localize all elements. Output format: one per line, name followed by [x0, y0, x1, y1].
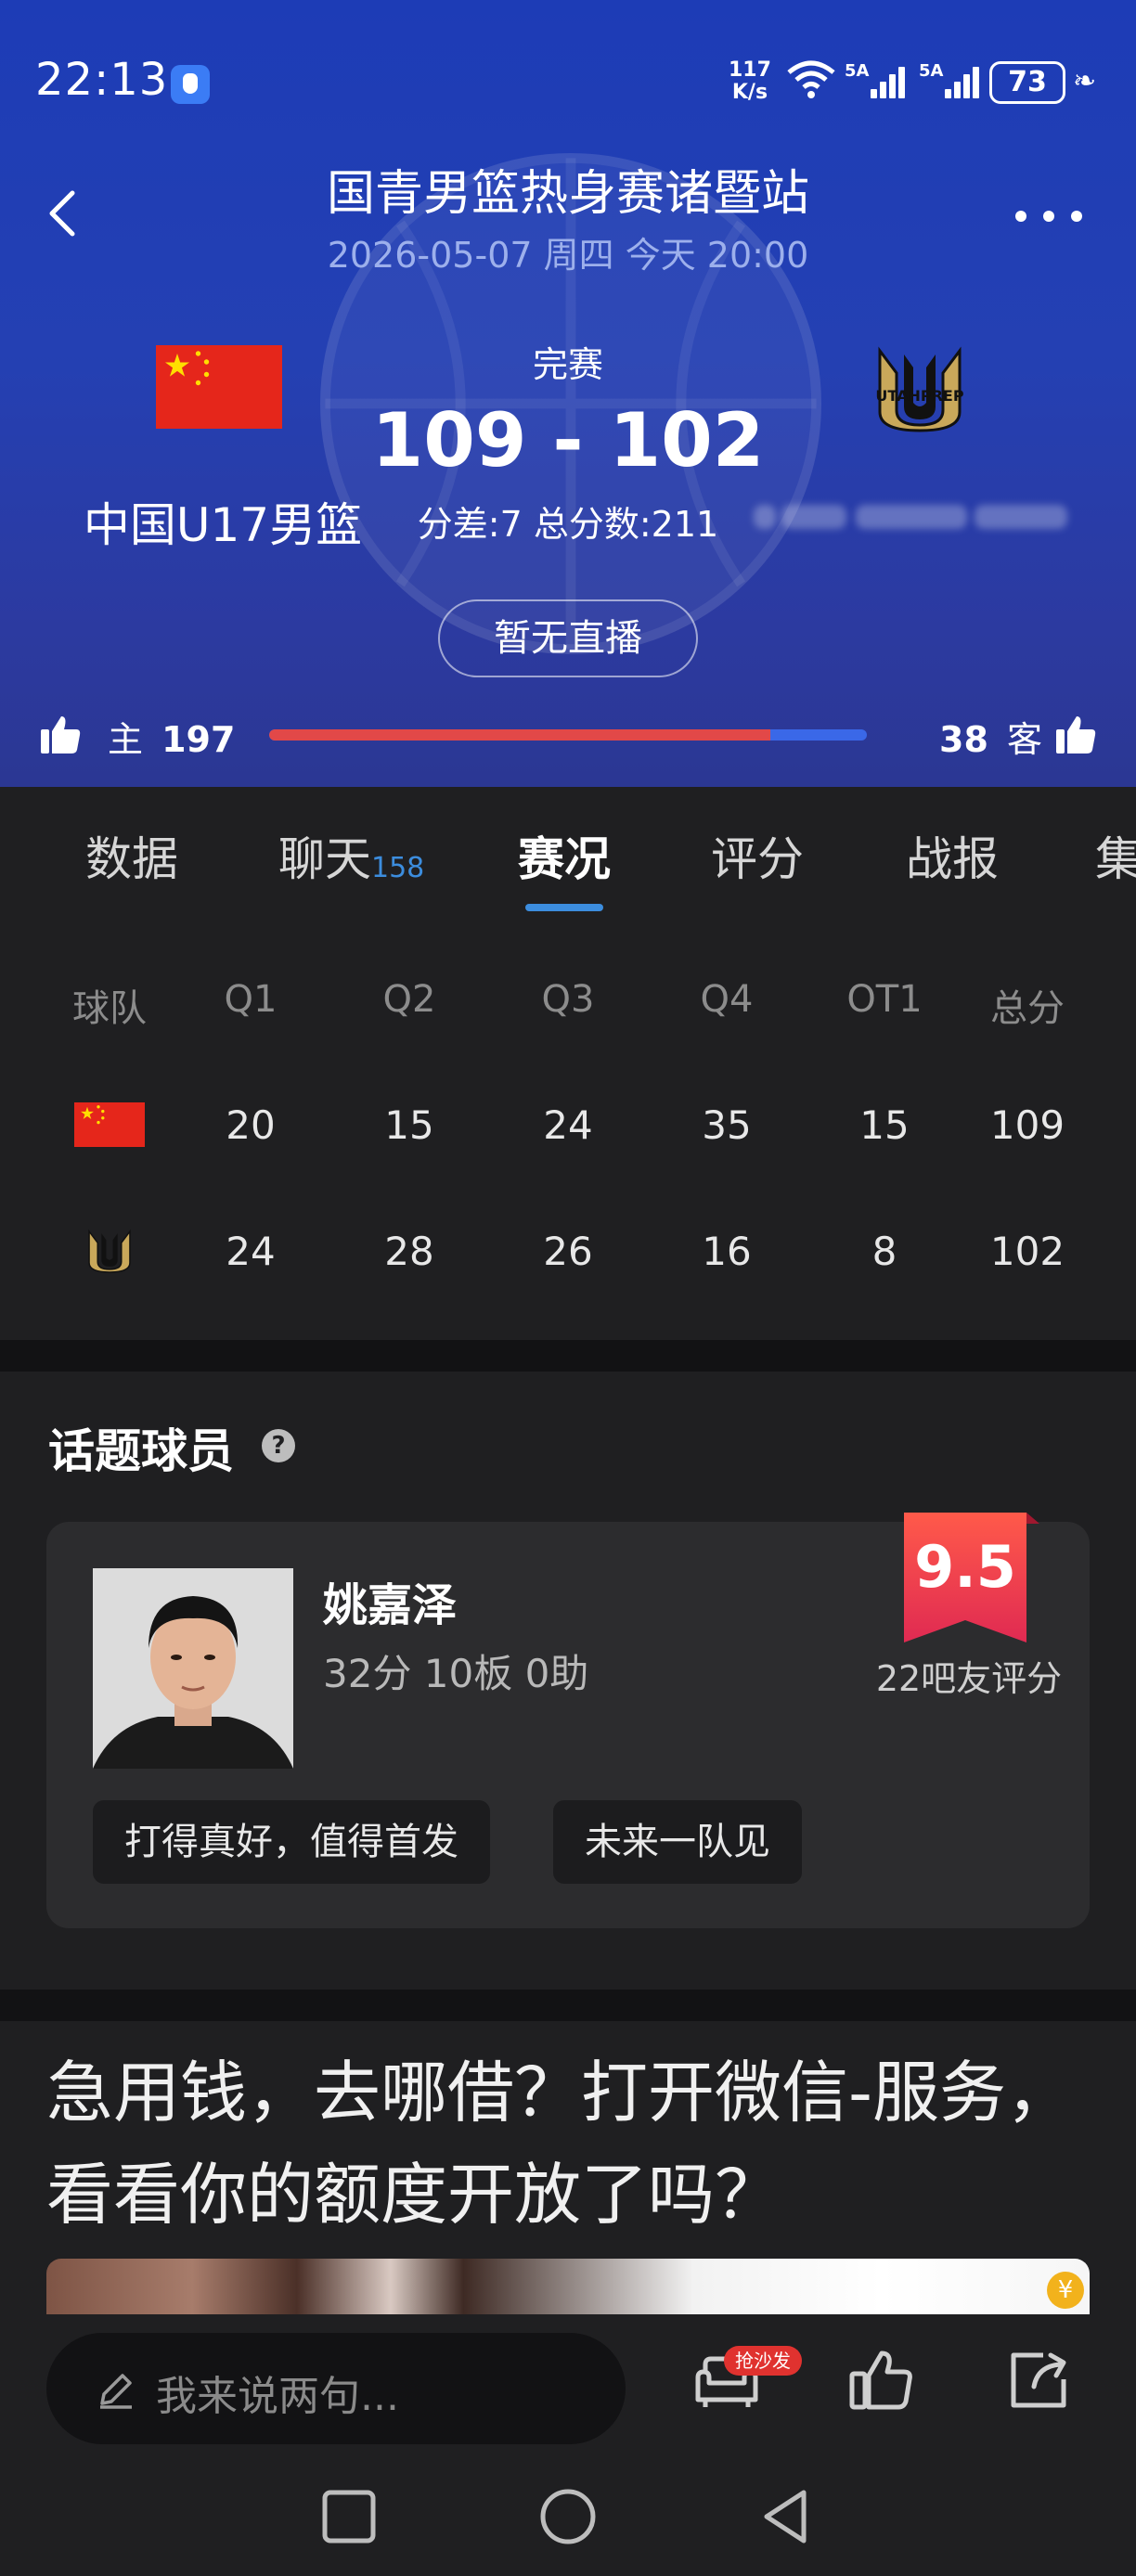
hot-players-title: 话题球员 — [48, 1424, 234, 1478]
match-header: 22:13 117 K/s 5A 5A 73 ❧ 国青男篮热身赛诸暨站 2026… — [0, 0, 1136, 787]
shield-icon — [171, 65, 210, 104]
player-card[interactable]: 姚嘉泽 32分 10板 0助 9.5 22吧友评分 打得真好，值得首发 未来一队… — [46, 1513, 1090, 1928]
tab-more[interactable]: 集 — [1095, 822, 1136, 889]
thumbs-up-icon — [849, 2351, 912, 2410]
away-q1-score: 24 — [226, 1229, 276, 1274]
chat-count-badge: 158 — [371, 852, 425, 884]
away-total-score: 102 — [989, 1229, 1065, 1274]
triangle-back-icon — [764, 2490, 807, 2544]
share-icon — [1011, 2352, 1066, 2408]
help-icon[interactable]: ? — [262, 1429, 295, 1462]
utah-prep-mini-logo — [74, 1229, 145, 1273]
share-button[interactable] — [1006, 2346, 1075, 2415]
comment-chip[interactable]: 未来一队见 — [553, 1800, 802, 1884]
recent-apps-button[interactable] — [319, 2487, 379, 2546]
quarter-score-table: 球队 Q1 Q2 Q3 Q4 OT1 总分 20 15 24 35 15 109… — [0, 926, 1136, 1340]
battery-icon: 73 — [989, 61, 1065, 104]
home-q3-score: 24 — [543, 1102, 593, 1148]
live-stream-button[interactable]: 暂无直播 — [438, 599, 698, 677]
away-logo-text: UTAHPREP — [875, 387, 963, 405]
home-q2-score: 15 — [384, 1102, 434, 1148]
comment-chip[interactable]: 打得真好，值得首发 — [93, 1800, 490, 1884]
player-name[interactable]: 姚嘉泽 — [323, 1568, 457, 1633]
comment-input[interactable]: 我来说两句... — [46, 2333, 626, 2444]
tab-report[interactable]: 战报 — [906, 822, 999, 889]
away-team-name-blurred[interactable] — [754, 496, 1088, 540]
section-divider — [0, 1340, 1136, 1372]
rating-badge: 9.5 — [904, 1513, 1043, 1642]
system-nav-bar — [0, 2463, 1136, 2576]
rating-count: 22吧友评分 — [875, 1658, 1063, 1699]
away-ot1-score: 8 — [871, 1229, 897, 1274]
active-tab-indicator — [525, 904, 603, 911]
table-header: OT1 — [846, 978, 923, 1021]
away-vote: 38 客 — [939, 719, 1042, 760]
vote-progress-bar — [269, 729, 867, 741]
table-header: 球队 — [72, 987, 147, 1030]
home-q4-score: 35 — [702, 1102, 752, 1148]
more-options-button[interactable] — [1012, 195, 1095, 232]
tab-chat[interactable]: 聊天158 — [278, 822, 424, 889]
home-q1-score: 20 — [226, 1102, 276, 1148]
table-header: Q2 — [382, 978, 436, 1021]
table-header: Q1 — [224, 978, 278, 1021]
home-vote: 主 197 — [108, 719, 236, 760]
like-home-icon[interactable] — [39, 713, 82, 755]
coin-icon: ¥ — [1047, 2272, 1084, 2309]
vote-home-fill — [269, 729, 770, 741]
back-nav-button[interactable] — [757, 2487, 817, 2546]
away-q4-score: 16 — [702, 1229, 752, 1274]
comment-placeholder: 我来说两句... — [156, 2373, 399, 2420]
sofa-badge: 抢沙发 — [724, 2346, 802, 2376]
circle-icon — [540, 2489, 596, 2544]
like-button[interactable] — [846, 2346, 915, 2415]
utah-prep-logo[interactable]: UTAHPREP — [852, 345, 988, 432]
table-header: 总分 — [990, 987, 1065, 1030]
home-total-score: 109 — [989, 1102, 1065, 1148]
square-icon — [322, 2490, 376, 2544]
tab-bar: 数据 聊天158 赛况 评分 战报 集 — [0, 787, 1136, 926]
player-rating: 9.5 — [914, 1533, 1016, 1601]
bottom-action-bar: 我来说两句... 抢沙发 — [0, 2314, 1136, 2463]
pencil-icon — [100, 2374, 132, 2409]
like-away-icon[interactable] — [1054, 713, 1097, 755]
wifi-icon — [785, 58, 837, 108]
player-stats: 32分 10板 0助 — [323, 1651, 589, 1696]
clock: 22:13 — [35, 54, 169, 106]
section-divider — [0, 1990, 1136, 2021]
ad-headline[interactable]: 急用钱，去哪借？打开微信-服务，看看你的额度开放了吗？ — [46, 2041, 1095, 2246]
leaf-icon: ❧ — [1073, 65, 1097, 97]
tab-rating[interactable]: 评分 — [711, 822, 804, 889]
status-bar: 22:13 117 K/s 5A 5A 73 ❧ — [35, 54, 1097, 108]
tab-data[interactable]: 数据 — [85, 822, 178, 889]
ad-image[interactable] — [46, 2259, 1090, 2314]
away-q2-score: 28 — [384, 1229, 434, 1274]
home-button[interactable] — [538, 2487, 598, 2546]
away-q3-score: 26 — [543, 1229, 593, 1274]
tab-live[interactable]: 赛况 — [518, 822, 611, 889]
net-speed: 117 K/s — [729, 58, 771, 104]
table-header: Q3 — [541, 978, 595, 1021]
china-flag-icon — [74, 1102, 145, 1147]
match-title: 国青男篮热身赛诸暨站 — [326, 166, 809, 222]
more-dots-icon — [1015, 211, 1082, 222]
home-ot1-score: 15 — [859, 1102, 910, 1148]
match-datetime: 2026-05-07 周四 今天 20:00 — [327, 235, 809, 276]
player-photo[interactable] — [93, 1568, 293, 1769]
table-header: Q4 — [700, 978, 754, 1021]
